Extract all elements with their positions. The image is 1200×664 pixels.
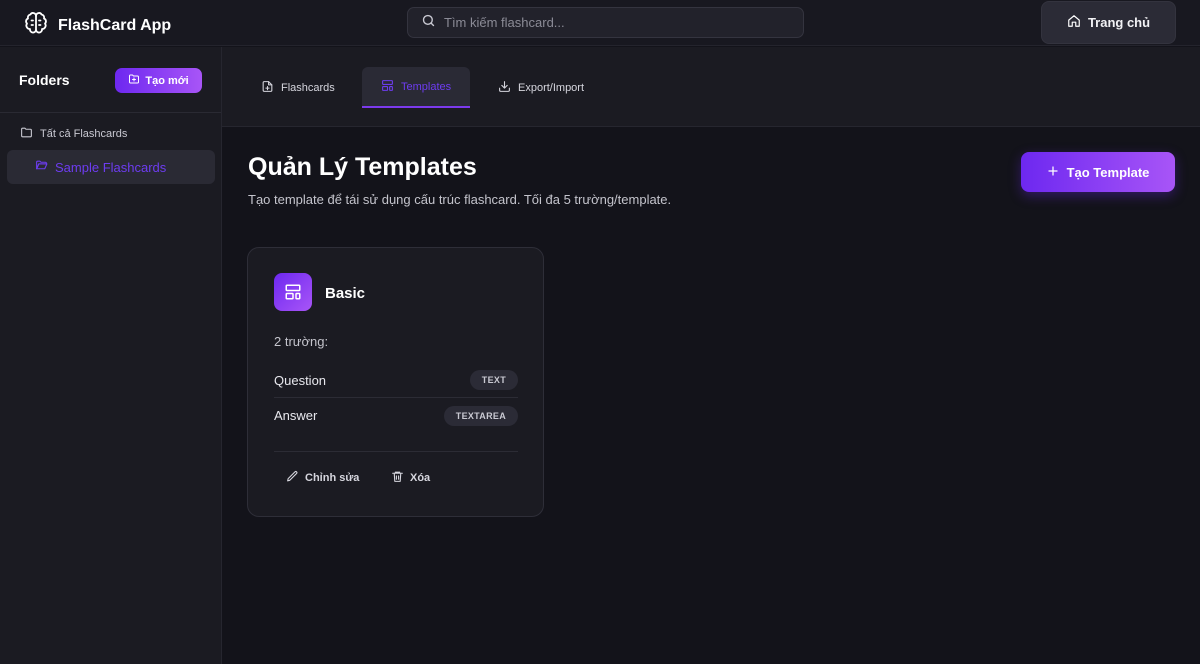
search-box[interactable] <box>407 7 804 38</box>
layout-template-icon <box>381 79 394 95</box>
folder-open-icon <box>35 159 48 175</box>
template-card: Basic 2 trường: Question TEXT Answer TEX… <box>247 247 544 517</box>
search-input[interactable] <box>444 15 784 30</box>
file-plus-icon <box>261 80 274 96</box>
tab-label: Flashcards <box>281 81 335 94</box>
sidebar-title: Folders <box>19 72 70 88</box>
template-name: Basic <box>325 285 366 302</box>
field-row: Answer TEXTAREA <box>274 398 518 433</box>
sidebar-item-label: Sample Flashcards <box>55 159 167 175</box>
folder-plus-icon <box>128 73 140 88</box>
new-folder-button[interactable]: Tạo mới <box>115 68 202 93</box>
sidebar-item-all-flashcards[interactable]: Tất cả Flashcards <box>20 126 127 142</box>
pencil-icon <box>286 470 299 486</box>
home-button[interactable]: Trang chủ <box>1041 1 1176 44</box>
field-name: Answer <box>274 408 318 423</box>
tab-templates[interactable]: Templates <box>362 67 471 108</box>
tab-bar: Flashcards Templates Export/Import <box>222 47 1200 127</box>
home-button-label: Trang chủ <box>1087 15 1151 30</box>
page-title: Quản Lý Templates <box>248 153 477 181</box>
tab-export-import[interactable]: Export/Import <box>479 67 603 108</box>
delete-template-button[interactable]: Xóa <box>391 470 430 486</box>
sidebar-item-sample-flashcards[interactable]: Sample Flashcards <box>7 150 215 184</box>
home-icon <box>1067 14 1081 31</box>
delete-label: Xóa <box>410 472 431 484</box>
card-divider <box>274 451 518 452</box>
field-type-badge: TEXT <box>469 370 518 390</box>
create-template-label: Tạo Template <box>1066 164 1150 180</box>
sidebar: Folders Tạo mới Tất cả Flashcards Sample… <box>0 47 222 664</box>
brain-icon <box>24 11 48 40</box>
download-icon <box>498 80 511 96</box>
trash-icon <box>391 470 404 486</box>
field-count: 2 trường: <box>274 334 329 349</box>
sidebar-item-label: Tất cả Flashcards <box>40 128 128 140</box>
folder-icon <box>20 126 33 142</box>
field-type-badge: TEXTAREA <box>443 405 518 426</box>
field-row: Question TEXT <box>274 363 518 398</box>
template-icon <box>274 273 312 311</box>
page-subtitle: Tạo template để tái sử dụng cấu trúc fla… <box>248 192 672 207</box>
field-name: Question <box>274 372 327 388</box>
brand[interactable]: FlashCard App <box>24 11 171 40</box>
plus-icon <box>1047 165 1059 180</box>
app-title: FlashCard App <box>58 16 172 34</box>
tab-label: Export/Import <box>518 81 585 94</box>
sidebar-header: Folders Tạo mới <box>0 47 221 113</box>
edit-template-button[interactable]: Chỉnh sửa <box>286 470 359 486</box>
create-template-button[interactable]: Tạo Template <box>1021 152 1175 192</box>
new-folder-label: Tạo mới <box>145 74 189 87</box>
tab-label: Templates <box>401 80 452 93</box>
tab-flashcards[interactable]: Flashcards <box>242 67 354 108</box>
edit-label: Chỉnh sửa <box>305 472 360 484</box>
top-bar: FlashCard App Trang chủ <box>0 0 1200 46</box>
search-icon <box>421 13 436 33</box>
